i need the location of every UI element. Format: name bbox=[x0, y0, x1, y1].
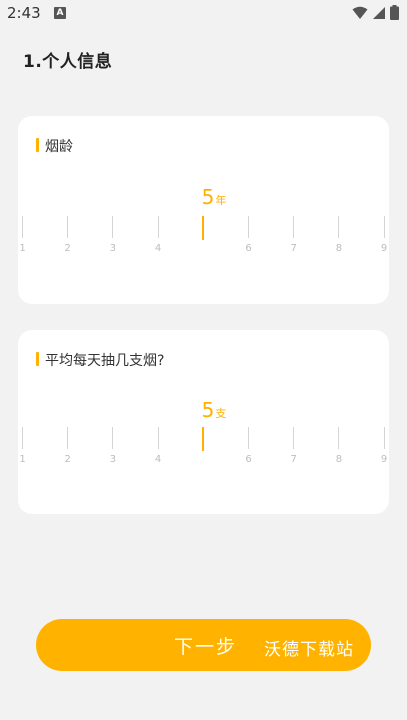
ruler-tick[interactable] bbox=[383, 216, 385, 238]
ruler-tick-label: 6 bbox=[245, 243, 252, 254]
ruler-tick[interactable] bbox=[338, 427, 340, 449]
ruler-tick-label: 3 bbox=[109, 454, 117, 465]
ruler-tick-label: 7 bbox=[290, 243, 297, 254]
cigarettes-per-day-card: 平均每天抽几支烟? 5支 1 2 3 4 6 7 8 9 bbox=[18, 330, 389, 514]
status-icons bbox=[352, 5, 399, 20]
smoking-years-number: 5 bbox=[201, 185, 215, 209]
ruler-tick-label: 1 bbox=[19, 454, 26, 465]
status-time: 2:43 bbox=[7, 4, 41, 22]
ruler-tick-label: 8 bbox=[335, 243, 343, 254]
cigarettes-per-day-number: 5 bbox=[201, 398, 215, 422]
ruler-selected-tick[interactable] bbox=[202, 216, 205, 240]
smoking-years-ruler[interactable]: 1 2 3 4 6 7 8 9 bbox=[18, 216, 389, 276]
ruler-tick[interactable] bbox=[293, 427, 295, 449]
ruler-tick-label: 3 bbox=[109, 243, 117, 254]
notification-a-icon: A bbox=[54, 7, 66, 19]
ruler-tick[interactable] bbox=[383, 427, 385, 449]
cigarettes-per-day-label: 平均每天抽几支烟? bbox=[36, 350, 164, 370]
ruler-tick[interactable] bbox=[67, 216, 69, 238]
next-step-button[interactable]: 下一步 沃德下载站 bbox=[36, 619, 371, 671]
ruler-tick[interactable] bbox=[112, 216, 114, 238]
smoking-years-unit: 年 bbox=[215, 194, 227, 207]
ruler-tick-label: 2 bbox=[64, 454, 71, 465]
cigarettes-per-day-value: 5支 bbox=[194, 398, 234, 422]
ruler-tick[interactable] bbox=[157, 427, 159, 449]
ruler-tick[interactable] bbox=[338, 216, 340, 238]
ruler-tick-label: 9 bbox=[380, 243, 388, 254]
ruler-tick-label: 4 bbox=[154, 454, 162, 465]
ruler-tick[interactable] bbox=[248, 427, 249, 449]
next-step-label: 下一步 bbox=[174, 637, 238, 658]
ruler-tick[interactable] bbox=[293, 216, 295, 238]
ruler-tick[interactable] bbox=[67, 427, 69, 449]
ruler-tick-label: 2 bbox=[64, 243, 71, 254]
ruler-tick-label: 8 bbox=[335, 454, 343, 465]
ruler-tick-label: 4 bbox=[154, 243, 162, 254]
ruler-tick[interactable] bbox=[157, 216, 159, 238]
ruler-tick-label: 6 bbox=[245, 454, 252, 465]
cellular-signal-icon bbox=[373, 6, 385, 19]
cigarettes-per-day-ruler[interactable]: 1 2 3 4 6 7 8 9 bbox=[18, 427, 389, 487]
smoking-years-value: 5年 bbox=[194, 185, 234, 209]
ruler-tick-label: 1 bbox=[19, 243, 26, 254]
wifi-icon bbox=[352, 6, 368, 19]
ruler-tick-label: 9 bbox=[380, 454, 388, 465]
ruler-tick[interactable] bbox=[22, 216, 23, 238]
smoking-years-card: 烟龄 5年 1 2 3 4 6 7 8 9 bbox=[18, 116, 389, 304]
battery-icon bbox=[390, 5, 399, 20]
status-bar: 2:43 A bbox=[0, 0, 407, 28]
ruler-tick[interactable] bbox=[22, 427, 23, 449]
ruler-tick[interactable] bbox=[112, 427, 114, 449]
ruler-selected-tick[interactable] bbox=[202, 427, 205, 451]
ruler-tick[interactable] bbox=[248, 216, 249, 238]
cigarettes-per-day-unit: 支 bbox=[215, 407, 227, 420]
watermark-text: 沃德下载站 bbox=[264, 640, 354, 659]
page-title: 1.个人信息 bbox=[23, 52, 113, 72]
smoking-years-label: 烟龄 bbox=[36, 136, 73, 156]
ruler-tick-label: 7 bbox=[290, 454, 297, 465]
